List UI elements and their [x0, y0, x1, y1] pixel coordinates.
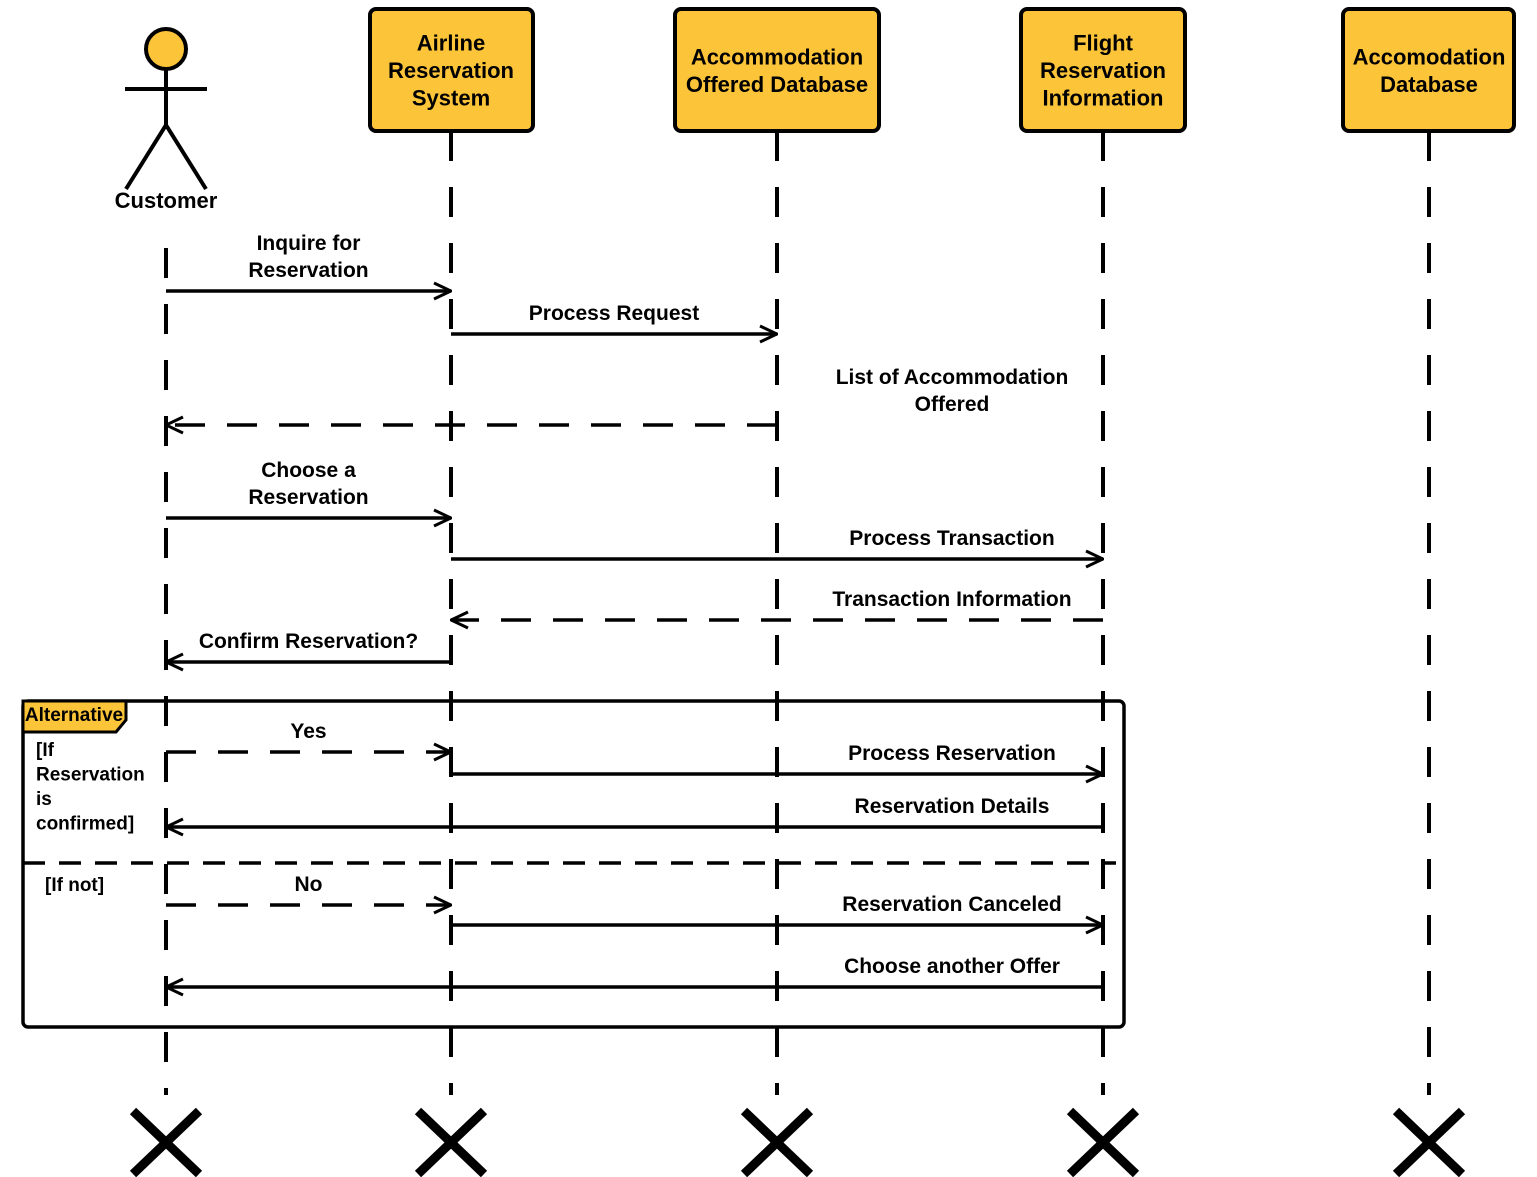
actor-icon — [124, 27, 208, 191]
participant-label: Offered Database — [686, 72, 868, 97]
operand-guard: [If — [36, 740, 55, 761]
message-label: Transaction Information — [832, 588, 1071, 611]
participant-label: Reservation — [388, 58, 514, 83]
message-label: Choose another Offer — [844, 955, 1060, 978]
operand-guard: confirmed] — [36, 814, 134, 835]
destroy-x-icon — [740, 1107, 814, 1177]
message-label: No — [295, 873, 323, 896]
fragment-operator-label: Alternative — [25, 705, 123, 726]
message-11[interactable]: No — [166, 873, 451, 905]
message-4[interactable]: Choose a Reservation — [166, 459, 451, 518]
participant-label: Customer — [115, 188, 218, 213]
participant-label: Flight — [1073, 31, 1134, 56]
message-3[interactable]: List of Accommodation Offered — [166, 366, 1068, 425]
participant-airline[interactable]: AirlineReservation System — [368, 7, 535, 133]
operand-guard: [If not] — [45, 875, 104, 896]
message-10[interactable]: Reservation Details — [166, 795, 1103, 827]
destroy-x-icon — [129, 1107, 203, 1177]
message-label: Reservation Canceled — [842, 893, 1061, 916]
message-label: Confirm Reservation? — [199, 630, 418, 653]
message-8[interactable]: Yes — [166, 720, 451, 752]
participant-label: Accomodation — [1353, 44, 1506, 69]
message-label: Process Reservation — [848, 742, 1056, 765]
message-label: Offered — [915, 393, 990, 416]
message-label: Process Transaction — [849, 527, 1054, 550]
message-label: Reservation — [248, 259, 368, 282]
participant-label: Reservation — [1040, 58, 1166, 83]
message-label: Process Request — [529, 302, 699, 325]
message-label: Inquire for — [257, 232, 361, 255]
participant-accom_db[interactable]: Accomodation Database — [1341, 7, 1516, 133]
operand-guard: is — [36, 789, 52, 810]
destroy-x-icon — [1066, 1107, 1140, 1177]
participant-label: Database — [1380, 72, 1478, 97]
destroy-x-icon — [1392, 1107, 1466, 1177]
fragment-operator-tab: Alternative — [21, 699, 128, 734]
destroy-x-icon — [414, 1107, 488, 1177]
participant-box — [1341, 7, 1516, 133]
message-label: Reservation Details — [855, 795, 1050, 818]
message-label: Choose a — [261, 459, 356, 482]
participant-flight[interactable]: FlightReservation Information — [1019, 7, 1187, 133]
message-2[interactable]: Process Request — [451, 302, 777, 334]
message-label: Reservation — [248, 486, 368, 509]
participant-label: Accommodation — [691, 44, 863, 69]
sequence-diagram: Alternative [If Reservation is confirmed] [If… — [21, 7, 1516, 1177]
message-13[interactable]: Choose another Offer — [166, 955, 1103, 987]
participant-label: Information — [1043, 86, 1164, 111]
participant-accom_offered[interactable]: Accommodation Offered Database — [673, 7, 881, 133]
operand-guard: Reservation — [36, 765, 145, 786]
message-1[interactable]: Inquire for Reservation — [166, 232, 451, 291]
participant-box — [673, 7, 881, 133]
message-label: List of Accommodation — [836, 366, 1069, 389]
participant-label: System — [412, 86, 490, 111]
participant-label: Airline — [417, 31, 485, 56]
message-7[interactable]: Confirm Reservation? — [166, 630, 451, 662]
message-label: Yes — [290, 720, 326, 743]
participant-customer[interactable]: Customer — [115, 27, 218, 213]
